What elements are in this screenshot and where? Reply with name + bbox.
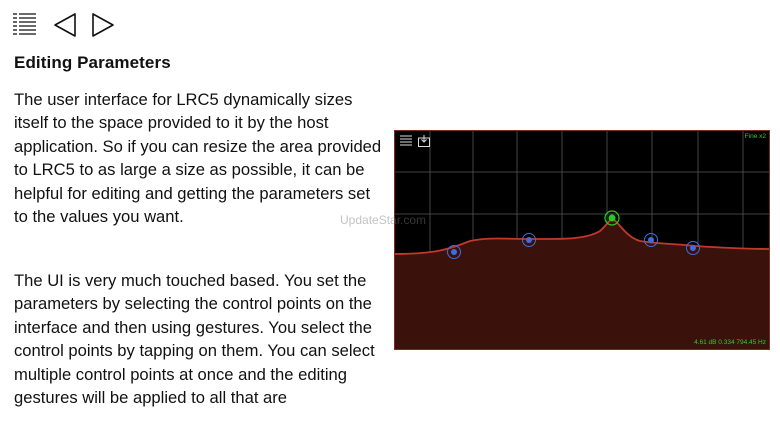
mode-label[interactable]: Fine x2 xyxy=(745,133,766,140)
page-title: Editing Parameters xyxy=(14,53,171,72)
eq-graph[interactable] xyxy=(395,131,770,350)
value-readout: 4.61 dB 0.334 794.45 Hz xyxy=(694,339,766,346)
toolbar xyxy=(10,10,130,40)
save-icon[interactable] xyxy=(417,134,431,148)
menu-icon[interactable] xyxy=(399,134,413,148)
back-triangle-icon[interactable] xyxy=(52,10,82,40)
eq-curve-fill xyxy=(395,219,769,349)
body-paragraph: The user interface for LRC5 dynamically … xyxy=(14,90,382,227)
body-paragraph: The UI is very much touched based. You s… xyxy=(14,271,375,408)
eq-graph-panel[interactable]: Fine x2 4.61 dB 0.334 794.45 Hz xyxy=(394,130,770,350)
list-icon[interactable] xyxy=(10,10,40,40)
forward-triangle-icon[interactable] xyxy=(90,10,120,40)
